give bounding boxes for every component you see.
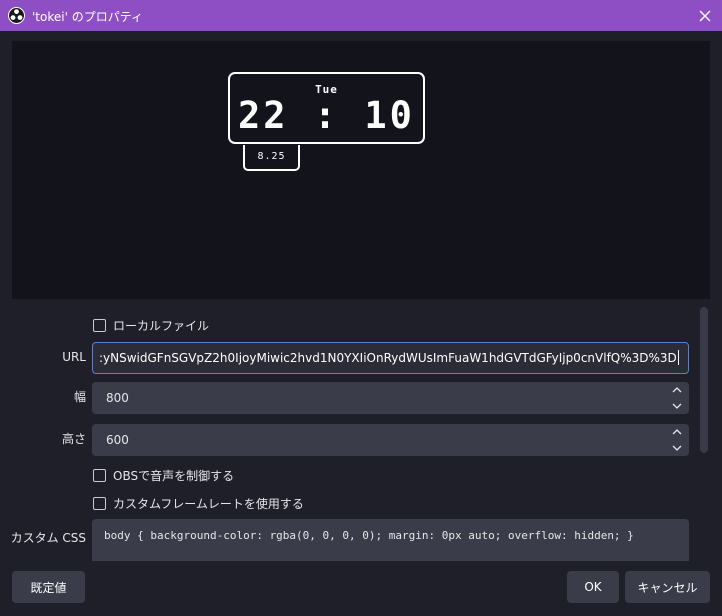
local-file-checkbox[interactable]: [93, 318, 106, 332]
cancel-button[interactable]: キャンセル: [625, 571, 710, 603]
height-label: 高さ: [61, 432, 86, 446]
width-spinbox[interactable]: 800: [92, 382, 689, 414]
close-button[interactable]: [688, 0, 722, 31]
height-increment-button[interactable]: [665, 424, 689, 440]
properties-scrollbar[interactable]: [700, 307, 708, 453]
defaults-button[interactable]: 既定値: [12, 571, 85, 603]
width-decrement-button[interactable]: [665, 398, 689, 414]
custom-fps-checkbox-row[interactable]: カスタムフレームレートを使用する: [93, 494, 304, 512]
height-decrement-button[interactable]: [665, 440, 689, 456]
chevron-down-icon: [672, 403, 682, 409]
url-value: :yNSwidGFnSGVpZ2h0IjoyMiwic2hvd1N0YXIiOn…: [99, 351, 677, 365]
custom-css-value: body { background-color: rgba(0, 0, 0, 0…: [104, 529, 634, 542]
local-file-checkbox-row[interactable]: ローカルファイル: [93, 316, 209, 334]
chevron-up-icon: [672, 429, 682, 435]
obs-audio-checkbox-row[interactable]: OBSで音声を制御する: [93, 466, 234, 484]
obs-icon: [8, 7, 25, 24]
clock-widget: Tue 22 : 10: [228, 72, 425, 144]
close-icon: [699, 10, 711, 21]
custom-fps-label: カスタムフレームレートを使用する: [113, 496, 304, 511]
text-caret: [677, 350, 679, 365]
obs-audio-label: OBSで音声を制御する: [113, 468, 235, 483]
custom-css-textarea[interactable]: body { background-color: rgba(0, 0, 0, 0…: [92, 519, 689, 561]
width-label: 幅: [73, 390, 86, 404]
title-bar: 'tokei' のプロパティ: [0, 0, 722, 31]
obs-audio-checkbox[interactable]: [93, 468, 106, 482]
chevron-up-icon: [672, 387, 682, 393]
custom-fps-checkbox[interactable]: [93, 496, 106, 510]
url-field[interactable]: :yNSwidGFnSGVpZ2h0IjoyMiwic2hvd1N0YXIiOn…: [92, 342, 689, 374]
width-value: 800: [106, 391, 129, 405]
ok-button[interactable]: OK: [567, 571, 619, 603]
url-label: URL: [62, 350, 86, 364]
chevron-down-icon: [672, 445, 682, 451]
local-file-label: ローカルファイル: [113, 318, 210, 333]
clock-date: 8.25: [243, 145, 300, 171]
width-increment-button[interactable]: [665, 382, 689, 398]
source-preview: Tue 22 : 10 8.25: [12, 41, 710, 299]
window-title: 'tokei' のプロパティ: [32, 10, 143, 24]
height-value: 600: [106, 433, 129, 447]
clock-time: 22 : 10: [238, 94, 415, 137]
custom-css-label: カスタム CSS: [10, 531, 86, 545]
height-spinbox[interactable]: 600: [92, 424, 689, 456]
